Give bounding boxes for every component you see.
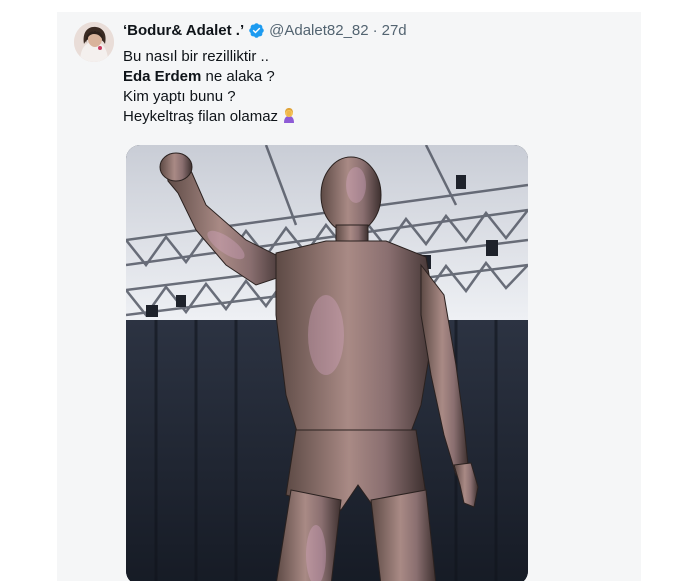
- author-display-name[interactable]: ‘Bodur& Adalet .’: [123, 22, 244, 39]
- author-handle[interactable]: @Adalet82_82: [269, 22, 368, 39]
- woman-facepalming-icon: [284, 108, 295, 123]
- tweet-line-4: Heykeltraş filan olamaz: [123, 107, 297, 127]
- tweet-line-4-text: Heykeltraş filan olamaz: [123, 108, 279, 125]
- tweet-line-2: Eda Erdem ne alaka ?: [123, 67, 297, 87]
- tweet-media-photo[interactable]: [126, 145, 528, 581]
- tweet-line-2-text: ne alaka ?: [201, 68, 275, 85]
- tweet-text: Bu nasıl bir rezilliktir .. Eda Erdem ne…: [123, 47, 297, 127]
- tweet-line-3: Kim yaptı bunu ?: [123, 88, 236, 105]
- author-avatar[interactable]: [74, 22, 114, 62]
- tweet-line-1-suffix: tir ..: [243, 48, 269, 65]
- tweet-header: ‘Bodur& Adalet .’ @Adalet82_82 · 27d: [123, 22, 407, 39]
- tweet-timestamp[interactable]: 27d: [382, 22, 407, 39]
- mention-name[interactable]: Eda Erdem: [123, 68, 201, 85]
- tweet-line-1-text: Bu nasıl bir rezillik: [123, 48, 244, 65]
- avatar-image: [74, 22, 114, 62]
- header-separator: ·: [372, 22, 378, 39]
- statue-photo: [126, 145, 528, 581]
- verified-badge-icon: [249, 23, 264, 38]
- tweet-line-1: Bu nasıl bir rezilliktir ..: [123, 47, 297, 67]
- tweet-card[interactable]: ‘Bodur& Adalet .’ @Adalet82_82 · 27d Bu …: [57, 12, 641, 581]
